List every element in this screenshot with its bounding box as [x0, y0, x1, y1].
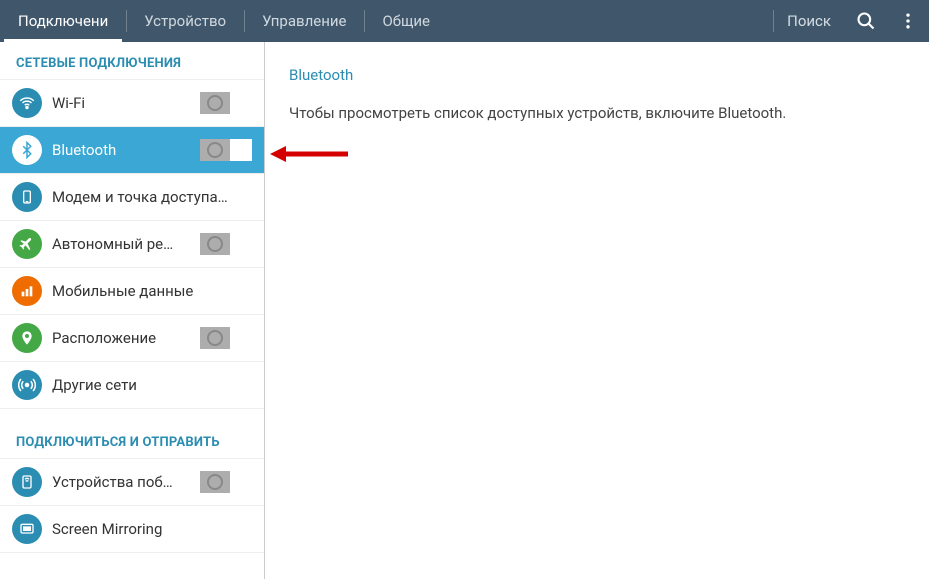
- more-icon[interactable]: [887, 0, 929, 42]
- nearby-devices-toggle[interactable]: [200, 471, 252, 493]
- sidebar-item-screen-mirroring[interactable]: Screen Mirroring: [0, 506, 264, 553]
- sidebar-item-mobile-data[interactable]: Мобильные данные: [0, 268, 264, 315]
- top-tabs: Подключени Устройство Управление Общие: [0, 0, 448, 42]
- content-body: Чтобы просмотреть список доступных устро…: [289, 104, 905, 122]
- location-icon: [12, 323, 42, 353]
- antenna-icon: [12, 370, 42, 400]
- mobile-data-icon: [12, 276, 42, 306]
- sidebar-item-airplane[interactable]: Автономный ре…: [0, 221, 264, 268]
- content-pane: Bluetooth Чтобы просмотреть список досту…: [265, 42, 929, 579]
- tab-general[interactable]: Общие: [364, 0, 448, 42]
- sidebar-item-wifi[interactable]: Wi-Fi: [0, 80, 264, 127]
- sidebar-item-label: Расположение: [52, 329, 190, 347]
- location-toggle[interactable]: [200, 327, 252, 349]
- section-connect-share: ПОДКЛЮЧИТЬСЯ И ОТПРАВИТЬ: [0, 409, 264, 459]
- wifi-toggle[interactable]: [200, 92, 252, 114]
- sidebar-item-location[interactable]: Расположение: [0, 315, 264, 362]
- screen-mirroring-icon: [12, 514, 42, 544]
- tethering-icon: [12, 182, 42, 212]
- wifi-icon: [12, 88, 42, 118]
- tab-device[interactable]: Устройство: [126, 0, 244, 42]
- sidebar-item-bluetooth[interactable]: Bluetooth: [0, 127, 264, 174]
- sidebar-item-more-networks[interactable]: Другие сети: [0, 362, 264, 409]
- airplane-icon: [12, 229, 42, 259]
- bluetooth-icon: [12, 135, 42, 165]
- bluetooth-toggle[interactable]: [200, 139, 252, 161]
- sidebar-item-label: Автономный ре…: [52, 235, 190, 253]
- tab-control[interactable]: Управление: [244, 0, 364, 42]
- search-icon[interactable]: [845, 0, 887, 42]
- sidebar-item-label: Модем и точка доступа…: [52, 188, 252, 206]
- content-title: Bluetooth: [289, 66, 905, 84]
- sidebar-item-label: Мобильные данные: [52, 282, 252, 300]
- topbar-right: Поиск: [773, 0, 929, 42]
- search-button[interactable]: Поиск: [773, 0, 845, 42]
- sidebar-item-label: Screen Mirroring: [52, 520, 252, 538]
- topbar: Подключени Устройство Управление Общие П…: [0, 0, 929, 42]
- airplane-toggle[interactable]: [200, 233, 252, 255]
- sidebar-item-nearby-devices[interactable]: Устройства поб…: [0, 459, 264, 506]
- sidebar-item-label: Wi-Fi: [52, 94, 190, 112]
- sidebar-item-tethering[interactable]: Модем и точка доступа…: [0, 174, 264, 221]
- sidebar-item-label: Другие сети: [52, 376, 252, 394]
- sidebar: СЕТЕВЫЕ ПОДКЛЮЧЕНИЯ Wi-Fi Bluetooth Моде…: [0, 42, 265, 579]
- sidebar-item-label: Устройства поб…: [52, 473, 190, 491]
- section-network-connections: СЕТЕВЫЕ ПОДКЛЮЧЕНИЯ: [0, 42, 264, 80]
- nearby-devices-icon: [12, 467, 42, 497]
- sidebar-item-label: Bluetooth: [52, 141, 190, 159]
- tab-connections[interactable]: Подключени: [0, 0, 126, 42]
